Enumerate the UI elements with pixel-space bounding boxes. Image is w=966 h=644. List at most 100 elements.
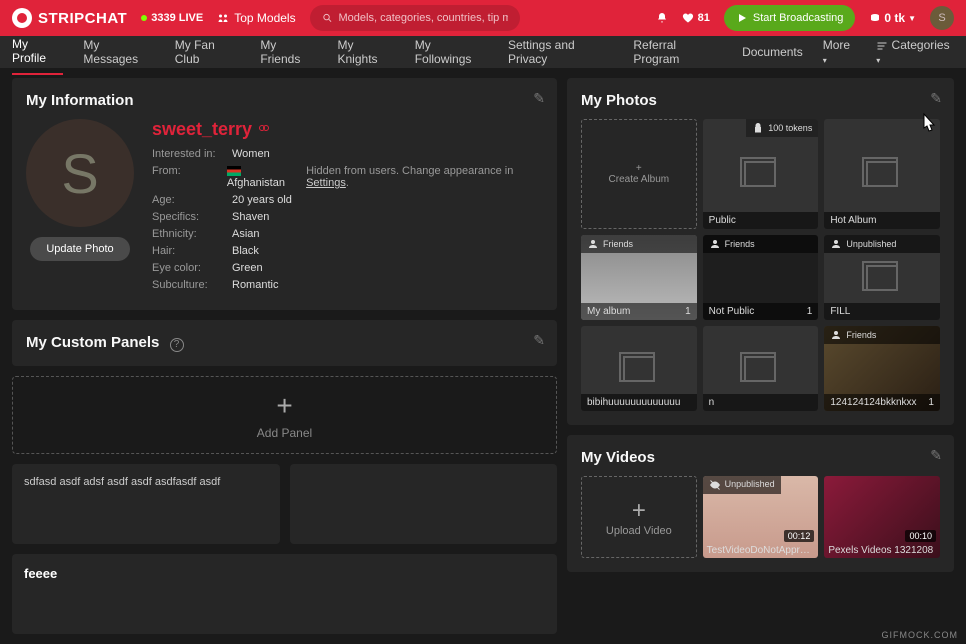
edit-photos-button[interactable]: ✎: [930, 90, 942, 107]
album-item[interactable]: bibihuuuuuuuuuuuuu: [581, 326, 697, 411]
album-item[interactable]: 100 tokensPublic: [703, 119, 819, 229]
custom-panel-3[interactable]: feeee: [12, 554, 557, 634]
info-row: From:Afghanistan Hidden from users. Chang…: [152, 165, 543, 189]
edit-panels-button[interactable]: ✎: [533, 332, 545, 349]
menu-icon: [876, 40, 888, 52]
panel-title: My Information: [26, 92, 543, 109]
info-value: Black: [232, 245, 259, 257]
live-dot-icon: [141, 15, 147, 21]
album-name: bibihuuuuuuuuuuuuu: [581, 394, 697, 411]
album-name: Not Public1: [703, 303, 819, 320]
info-row: Ethnicity:Asian: [152, 228, 543, 240]
tab-settings-privacy[interactable]: Settings and Privacy: [508, 30, 613, 74]
info-value: Afghanistan: [227, 165, 298, 189]
add-panel-box[interactable]: + Add Panel: [12, 376, 557, 454]
search-box[interactable]: [310, 5, 520, 31]
info-value: Asian: [232, 228, 260, 240]
info-key: Ethnicity:: [152, 228, 232, 240]
upload-video-box[interactable]: +Upload Video: [581, 476, 697, 558]
edit-videos-button[interactable]: ✎: [930, 447, 942, 464]
my-photos-panel: My Photos ✎ +Create Album 100 tokensPubl…: [567, 78, 954, 425]
plus-icon: +: [276, 390, 292, 422]
eye-off-icon: [709, 479, 721, 491]
live-count[interactable]: 3339 LIVE: [141, 12, 203, 24]
tab-my-followings[interactable]: My Followings: [415, 30, 488, 74]
friends-icon: [587, 238, 599, 250]
album-item[interactable]: Friends124124124bkknkxx1: [824, 326, 940, 411]
heart-icon: [682, 12, 694, 24]
edit-info-button[interactable]: ✎: [533, 90, 545, 107]
info-key: Age:: [152, 194, 232, 206]
user-avatar[interactable]: S: [930, 6, 954, 30]
album-tag: Unpublished: [824, 235, 940, 253]
logo-icon: [12, 8, 32, 28]
token-balance[interactable]: 0 tk ▼: [869, 11, 916, 25]
album-tag: Friends: [703, 235, 819, 253]
tab-referral-program[interactable]: Referral Program: [633, 30, 722, 74]
create-album-box[interactable]: +Create Album: [581, 119, 697, 229]
tab-my-friends[interactable]: My Friends: [260, 30, 317, 74]
album-name: n: [703, 394, 819, 411]
brand-logo[interactable]: STRIPCHAT: [12, 8, 127, 28]
plus-icon: +: [632, 497, 646, 525]
custom-panel-1[interactable]: sdfasd asdf adsf asdf asdf asdfasdf asdf: [12, 464, 280, 544]
settings-link[interactable]: Settings: [306, 177, 346, 189]
my-videos-panel: My Videos ✎ +Upload Video Unpublished00:…: [567, 435, 954, 572]
chevron-down-icon: ▼: [908, 14, 916, 23]
tab-more[interactable]: More ▾: [823, 30, 856, 74]
custom-panel-2[interactable]: [290, 464, 558, 544]
album-item[interactable]: Hot Album: [824, 119, 940, 229]
album-name: FILL: [824, 303, 940, 320]
info-row: Subculture:Romantic: [152, 279, 543, 291]
star-icon: [217, 12, 229, 24]
tab-documents[interactable]: Documents: [742, 37, 803, 67]
hidden-note: Hidden from users. Change appearance in …: [306, 165, 543, 189]
update-photo-button[interactable]: Update Photo: [30, 237, 129, 261]
album-name: Public: [703, 212, 819, 229]
info-key: From:: [152, 165, 227, 189]
info-row: Eye color:Green: [152, 262, 543, 274]
video-duration: 00:12: [784, 530, 815, 542]
panel-title: My Photos: [581, 92, 940, 109]
notifications-icon[interactable]: [656, 12, 668, 24]
watermark: GIFMOCK.COM: [882, 630, 959, 640]
album-item[interactable]: Friends Not Public1: [703, 235, 819, 320]
album-item[interactable]: Unpublished FILL: [824, 235, 940, 320]
start-broadcasting-button[interactable]: Start Broadcasting: [724, 5, 856, 31]
album-item[interactable]: FriendsMy album1: [581, 235, 697, 320]
top-models-link[interactable]: Top Models: [217, 11, 295, 25]
friends-icon: [709, 238, 721, 250]
info-row: Specifics:Shaven: [152, 211, 543, 223]
album-item[interactable]: n: [703, 326, 819, 411]
content-area: My Information ✎ S Update Photo sweet_te…: [0, 68, 966, 644]
tab-my-profile[interactable]: My Profile: [12, 29, 63, 75]
info-value: Shaven: [232, 211, 269, 223]
profile-avatar: S: [26, 119, 134, 227]
info-row: Age:20 years old: [152, 194, 543, 206]
stack-icon: [623, 356, 655, 382]
my-custom-panels: My Custom Panels ? ✎: [12, 320, 557, 366]
stack-icon: [866, 161, 898, 187]
eye-off-icon: [830, 238, 842, 250]
help-icon[interactable]: ?: [170, 338, 184, 352]
play-icon: [736, 12, 748, 24]
video-name: TestVideoDoNotApprove: [703, 543, 819, 558]
search-input[interactable]: [339, 12, 508, 24]
tab-my-knights[interactable]: My Knights: [338, 30, 395, 74]
info-row: Hair:Black: [152, 245, 543, 257]
stack-icon: [744, 356, 776, 382]
album-tag: Friends: [581, 235, 697, 253]
info-key: Hair:: [152, 245, 232, 257]
tab-my-fan-club[interactable]: My Fan Club: [175, 30, 241, 74]
favorites-count[interactable]: 81: [682, 12, 710, 24]
video-item[interactable]: Unpublished00:12TestVideoDoNotApprove: [703, 476, 819, 558]
friends-icon: [830, 329, 842, 341]
categories-dropdown[interactable]: Categories ▾: [876, 30, 954, 74]
info-key: Specifics:: [152, 211, 232, 223]
album-name: 124124124bkknkxx1: [824, 394, 940, 411]
info-row: Interested in:Women: [152, 148, 543, 160]
video-name: Pexels Videos 1321208: [824, 543, 940, 558]
video-item[interactable]: 00:10Pexels Videos 1321208: [824, 476, 940, 558]
tab-my-messages[interactable]: My Messages: [83, 30, 154, 74]
info-value: Romantic: [232, 279, 278, 291]
